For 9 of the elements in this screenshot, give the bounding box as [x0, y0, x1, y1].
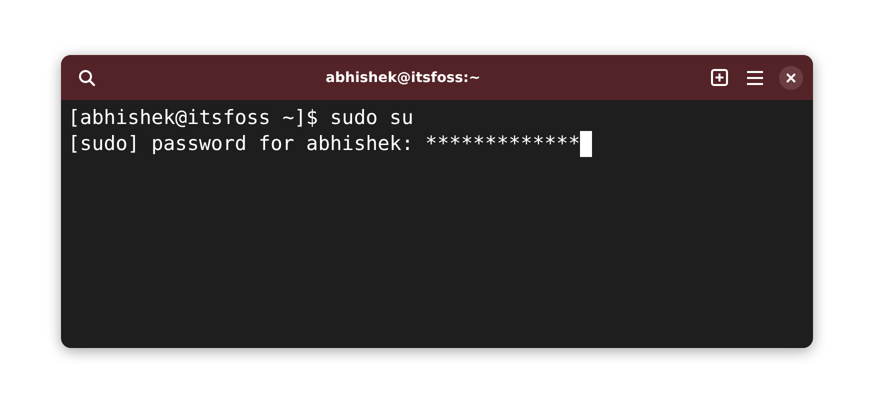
text-cursor — [580, 131, 592, 157]
terminal-line: [abhishek@itsfoss ~]$ sudo su — [68, 105, 414, 131]
terminal-line: [sudo] password for abhishek: ************* — [68, 131, 580, 157]
window-title: abhishek@itsfoss:~ — [324, 70, 482, 86]
close-button[interactable] — [779, 66, 803, 90]
menu-icon — [747, 70, 763, 84]
search-icon — [78, 68, 96, 86]
plus-square-icon — [710, 69, 728, 86]
close-icon — [786, 72, 796, 82]
